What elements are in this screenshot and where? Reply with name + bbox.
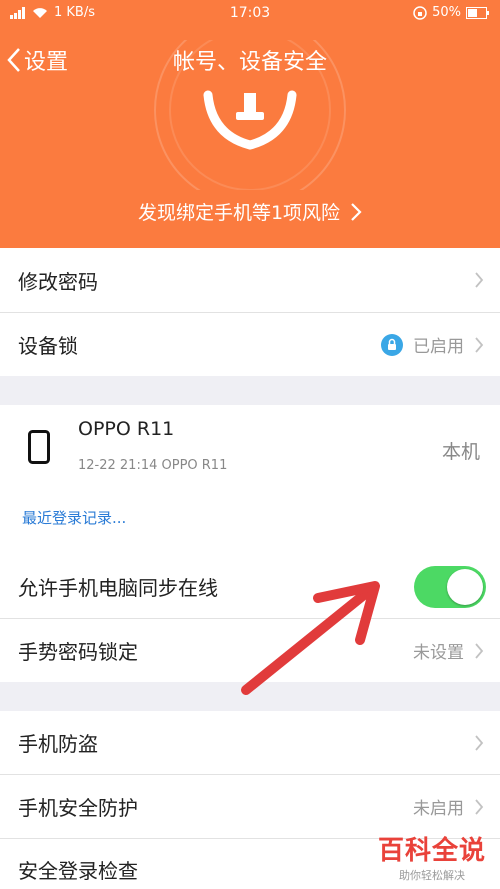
device-local-label: 本机 xyxy=(441,441,480,463)
lock-badge-icon xyxy=(381,333,403,356)
risk-text: 发现绑定手机等1项风险 xyxy=(137,202,341,224)
row-label: 手势密码锁定 xyxy=(18,640,138,664)
battery-percent: 50% xyxy=(432,5,461,20)
sync-online-toggle[interactable] xyxy=(414,565,486,608)
row-label: 手机防盗 xyxy=(18,732,98,756)
battery-icon xyxy=(466,6,489,19)
row-label: 允许手机电脑同步在线 xyxy=(18,576,218,600)
device-card[interactable] xyxy=(0,405,500,491)
risk-warning-link[interactable]: 发现绑定手机等1项风险 xyxy=(0,198,500,225)
recent-login-row: 最近登录记录... xyxy=(0,491,500,555)
phone-icon xyxy=(28,430,50,464)
row-gesture-lock[interactable]: 手势密码锁定 未设置 xyxy=(0,619,500,682)
chevron-right-icon xyxy=(475,272,484,288)
header: 1 KB/s 17:03 50% 设置 帐号、设备安全 发现绑定手机等1项风险 xyxy=(0,0,500,248)
row-phone-security[interactable]: 手机安全防护 未启用 xyxy=(0,775,500,838)
chevron-right-icon xyxy=(475,798,484,815)
gesture-lock-status: 未设置 xyxy=(413,643,464,663)
row-anti-theft[interactable]: 手机防盗 xyxy=(0,711,500,774)
row-device-lock[interactable]: 设备锁 已启用 xyxy=(0,313,500,376)
recent-login-link[interactable]: 最近登录记录... xyxy=(22,507,126,528)
watermark-title: 百科全说 xyxy=(377,836,486,866)
chevron-right-icon xyxy=(475,336,484,353)
rotation-lock-icon xyxy=(413,5,427,20)
row-sync-online: 允许手机电脑同步在线 xyxy=(0,555,500,618)
row-right xyxy=(474,734,484,752)
status-bar: 1 KB/s 17:03 50% xyxy=(0,0,500,28)
chevron-right-icon xyxy=(351,202,362,221)
device-name: OPPO R11 xyxy=(78,418,175,440)
row-right xyxy=(474,271,484,289)
security-shield-icon xyxy=(154,40,346,190)
watermark-logo: 百科全说 助你轻松解决 xyxy=(378,830,486,883)
row-right: 未启用 xyxy=(413,794,484,819)
chevron-right-icon xyxy=(475,642,484,659)
row-label: 修改密码 xyxy=(18,269,98,294)
row-label: 安全登录检查 xyxy=(18,859,138,883)
row-right: 未设置 xyxy=(413,638,484,663)
watermark-subtitle: 助你轻松解决 xyxy=(398,869,465,882)
device-lock-status: 已启用 xyxy=(413,337,464,357)
phone-security-status: 未启用 xyxy=(413,799,464,819)
row-right xyxy=(414,565,486,608)
status-right: 50% xyxy=(413,5,490,20)
row-change-password[interactable]: 修改密码 xyxy=(0,248,500,312)
chevron-right-icon xyxy=(475,734,484,751)
row-label: 手机安全防护 xyxy=(18,796,138,820)
toggle-knob xyxy=(447,568,483,605)
device-meta: 12-22 21:14 OPPO R11 xyxy=(78,458,228,473)
row-right: 已启用 xyxy=(381,332,484,357)
row-label: 设备锁 xyxy=(18,334,78,358)
